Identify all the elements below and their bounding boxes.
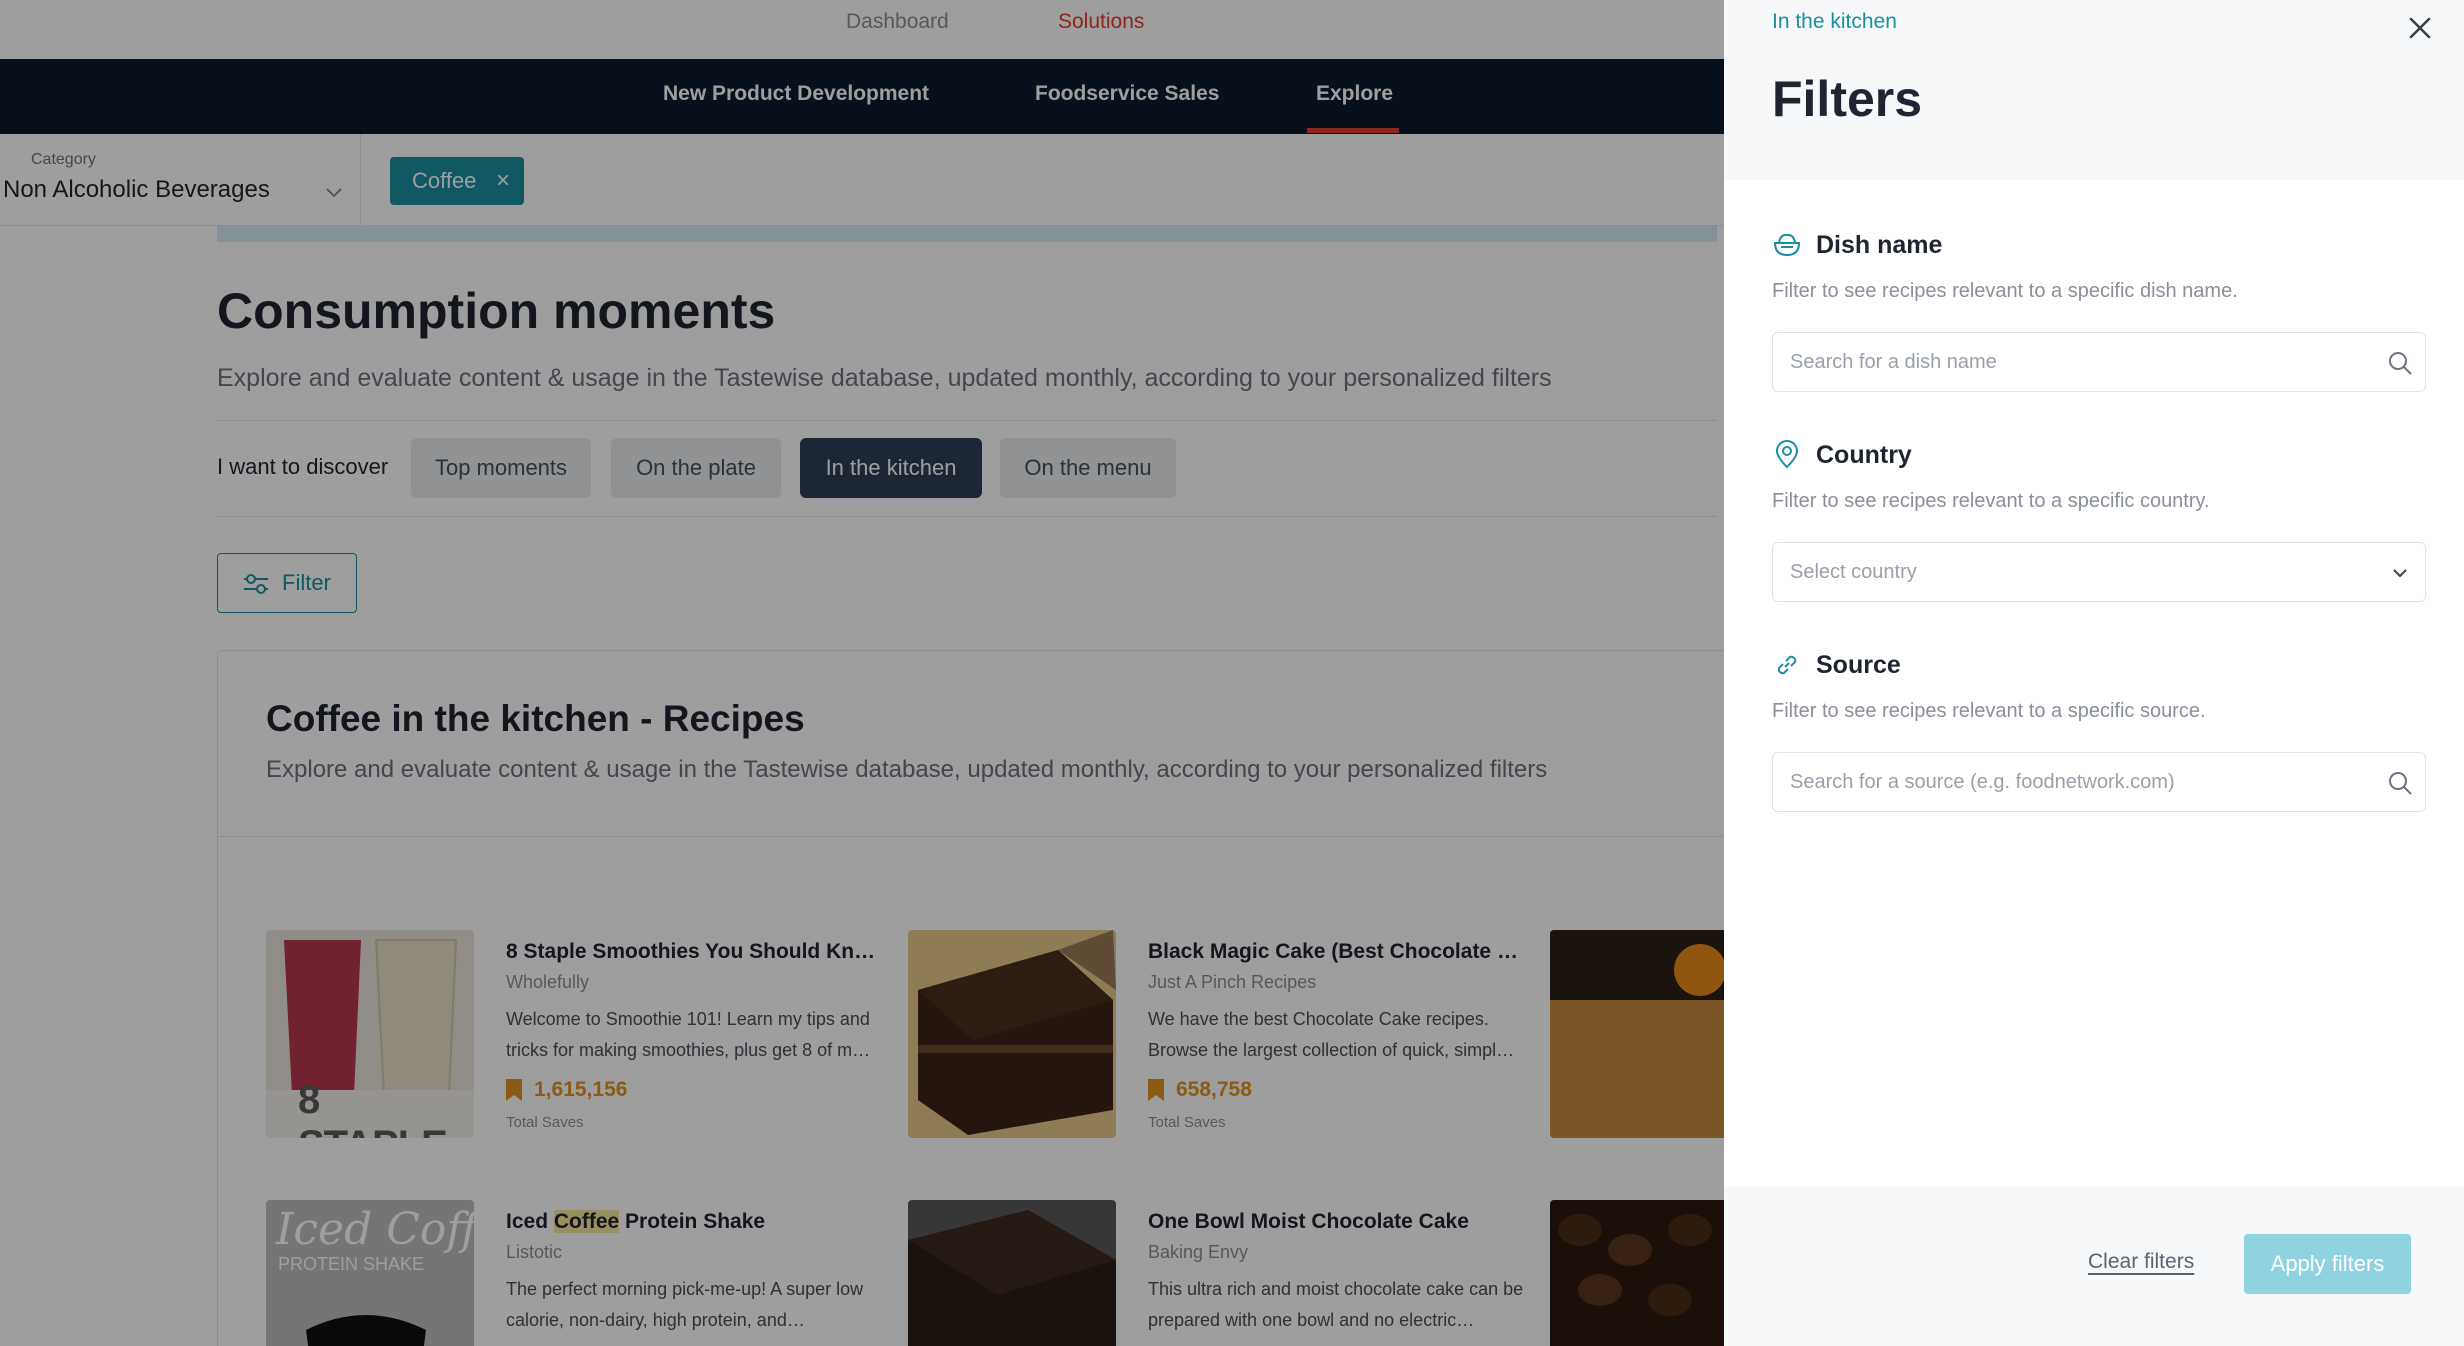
search-icon[interactable] (2387, 350, 2413, 376)
drawer-title: Filters (1772, 71, 1923, 127)
dish-name-search-input[interactable]: Search for a dish name (1772, 332, 2426, 392)
country-select[interactable]: Select country (1772, 542, 2426, 602)
dish-name-description: Filter to see recipes relevant to a spec… (1772, 280, 2238, 302)
close-icon[interactable] (2406, 14, 2434, 42)
search-icon[interactable] (2387, 770, 2413, 796)
link-icon (1777, 655, 1797, 675)
clear-filters-link[interactable]: Clear filters (2088, 1250, 2194, 1274)
drawer-breadcrumb: In the kitchen (1772, 10, 1897, 33)
location-pin-icon (1775, 440, 1799, 469)
country-heading: Country (1772, 440, 1912, 470)
chevron-down-icon[interactable] (2387, 560, 2413, 586)
source-heading: Source (1772, 650, 1901, 680)
apply-filters-button[interactable]: Apply filters (2244, 1234, 2411, 1294)
source-search-input[interactable]: Search for a source (e.g. foodnetwork.co… (1772, 752, 2426, 812)
source-description: Filter to see recipes relevant to a spec… (1772, 700, 2206, 722)
dish-name-heading: Dish name (1772, 230, 1942, 260)
country-description: Filter to see recipes relevant to a spec… (1772, 490, 2210, 512)
modal-overlay[interactable] (0, 0, 1724, 1346)
bowl-icon (1773, 233, 1801, 257)
filters-drawer: In the kitchen Filters Dish name Filter … (1724, 0, 2464, 1346)
